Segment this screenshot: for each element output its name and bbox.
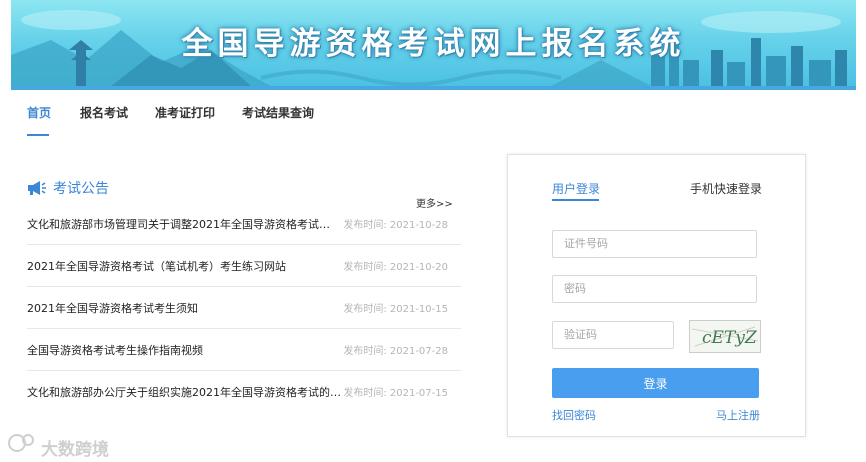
announcement-title[interactable]: 全国导游资格考试考生操作指南视频 [27, 342, 339, 358]
list-item: 文化和旅游部市场管理司关于调整2021年全国导游资格考试部分… 发布时间: 20… [27, 203, 461, 245]
announcement-date: 发布时间: 2021-07-15 [343, 388, 448, 399]
nav-item-home[interactable]: 首页 [27, 104, 51, 121]
megaphone-icon [27, 180, 47, 200]
announcement-date: 发布时间: 2021-07-28 [343, 346, 448, 357]
id-number-input[interactable] [552, 230, 757, 258]
announcement-title[interactable]: 2021年全国导游资格考试考生须知 [27, 300, 339, 316]
watermark: 大数跨境 [7, 431, 109, 460]
watermark-text: 大数跨境 [41, 440, 109, 460]
captcha-image[interactable]: cETyZ [689, 320, 761, 353]
nav-active-indicator [27, 134, 49, 136]
list-item: 文化和旅游部办公厅关于组织实施2021年全国导游资格考试的通知 发布时间: 20… [27, 371, 461, 412]
list-item: 2021年全国导游资格考试（笔试机考）考生练习网站 发布时间: 2021-10-… [27, 245, 461, 287]
tab-active-indicator [552, 199, 599, 201]
nav-item-admission-ticket[interactable]: 准考证打印 [155, 104, 215, 121]
list-item: 全国导游资格考试考生操作指南视频 发布时间: 2021-07-28 [27, 329, 461, 371]
banner-divider [11, 86, 856, 90]
register-link[interactable]: 马上注册 [716, 407, 760, 423]
login-button[interactable]: 登录 [552, 368, 759, 398]
captcha-text: cETyZ [702, 328, 758, 348]
banner-title: 全国导游资格考试网上报名系统 [181, 26, 686, 62]
watermark-logo-icon [8, 434, 34, 452]
announcements-title: 考试公告 [53, 181, 109, 197]
list-item: 2021年全国导游资格考试考生须知 发布时间: 2021-10-15 [27, 287, 461, 329]
forgot-password-link[interactable]: 找回密码 [552, 407, 596, 423]
announcement-date: 发布时间: 2021-10-28 [343, 220, 448, 231]
announcement-title[interactable]: 2021年全国导游资格考试（笔试机考）考生练习网站 [27, 258, 339, 274]
announcement-list: 文化和旅游部市场管理司关于调整2021年全国导游资格考试部分… 发布时间: 20… [27, 203, 461, 412]
header-banner: 全国导游资格考试网上报名系统 [11, 0, 856, 86]
announcement-date: 发布时间: 2021-10-20 [343, 262, 448, 273]
announcement-title[interactable]: 文化和旅游部市场管理司关于调整2021年全国导游资格考试部分… [27, 216, 339, 232]
announcement-date: 发布时间: 2021-10-15 [343, 304, 448, 315]
captcha-input[interactable] [552, 321, 674, 349]
announcement-title[interactable]: 文化和旅游部办公厅关于组织实施2021年全国导游资格考试的通知 [27, 384, 345, 400]
nav-item-results[interactable]: 考试结果查询 [242, 104, 314, 121]
tab-phone-login[interactable]: 手机快速登录 [690, 180, 762, 197]
tab-user-login[interactable]: 用户登录 [552, 180, 600, 197]
login-panel: 用户登录 手机快速登录 cETyZ 登录 找回密码 马上注册 [507, 154, 806, 437]
nav-item-register-exam[interactable]: 报名考试 [80, 104, 128, 121]
password-input[interactable] [552, 275, 757, 303]
